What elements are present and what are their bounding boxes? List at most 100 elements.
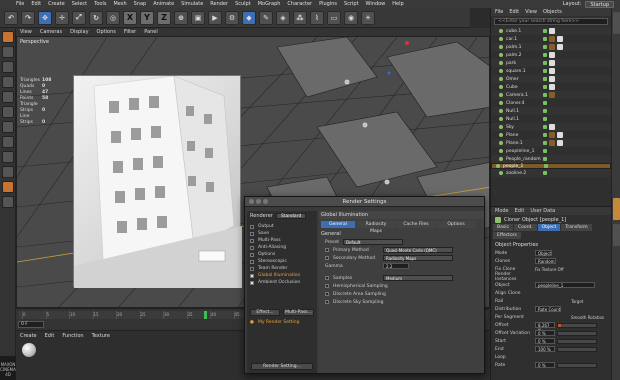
enabled-check-icon[interactable]: [543, 101, 547, 105]
mat-menu-edit[interactable]: Edit: [45, 333, 55, 339]
tab-coord[interactable]: Coord.: [513, 224, 537, 231]
solo-icon[interactable]: [1, 196, 14, 208]
menu-character[interactable]: Character: [287, 1, 312, 7]
enabled-check-icon[interactable]: [543, 61, 547, 65]
object-row[interactable]: Plane: [491, 131, 611, 139]
enabled-check-icon[interactable]: [543, 109, 547, 113]
timeline-playhead[interactable]: [204, 311, 207, 319]
tab-effectors[interactable]: Effectors: [493, 232, 521, 239]
object-row[interactable]: zooline.2: [491, 169, 611, 177]
object-row[interactable]: People_random: [491, 155, 611, 163]
select-tool-icon[interactable]: ✛: [55, 10, 69, 25]
material-tag-icon[interactable]: [549, 84, 555, 90]
vp-menu-options[interactable]: Options: [97, 29, 116, 35]
layout-select[interactable]: Startup: [585, 0, 614, 8]
render-setting-button[interactable]: Render Setting...: [251, 363, 313, 370]
menu-select[interactable]: Select: [72, 1, 87, 7]
enabled-check-icon[interactable]: [543, 29, 547, 33]
edges-mode-icon[interactable]: [1, 106, 14, 118]
settings-item-ambient-occlusion[interactable]: Ambient Occlusion: [247, 279, 317, 286]
object-row[interactable]: Plane.1: [491, 139, 611, 147]
render-picture-viewer-icon[interactable]: ▶: [208, 10, 222, 25]
current-frame-field[interactable]: 0 F: [18, 321, 44, 328]
close-window-icon[interactable]: [249, 199, 254, 204]
texture-tag-icon[interactable]: [557, 36, 563, 42]
prop-value[interactable]: Target: [571, 299, 583, 304]
menu-sculpt[interactable]: Sculpt: [235, 1, 251, 7]
array-icon[interactable]: ⁂: [293, 10, 307, 25]
enabled-check-icon[interactable]: [543, 77, 547, 81]
make-editable-icon[interactable]: [1, 31, 14, 43]
material-tag-icon[interactable]: [549, 68, 555, 74]
am-menu-edit[interactable]: Edit: [515, 208, 525, 214]
side-tab-attributes[interactable]: [613, 198, 620, 220]
z-axis-lock-icon[interactable]: Z: [157, 10, 171, 25]
zoom-window-icon[interactable]: [263, 199, 268, 204]
menu-script[interactable]: Script: [344, 1, 359, 7]
object-row[interactable]: car.1: [491, 35, 611, 43]
enabled-check-icon[interactable]: [543, 133, 547, 137]
prop-value[interactable]: Smooth Rotation: [571, 315, 604, 320]
samples-checkbox[interactable]: [325, 276, 329, 280]
settings-item-anti-aliasing[interactable]: Anti-Aliasing: [247, 244, 317, 251]
object-row[interactable]: Null.1: [491, 107, 611, 115]
menu-create[interactable]: Create: [48, 1, 65, 7]
renderer-select[interactable]: Standard: [275, 213, 307, 219]
object-row[interactable]: palm.2: [491, 51, 611, 59]
secondary-method-checkbox[interactable]: [325, 256, 329, 260]
item-checkbox[interactable]: [250, 231, 254, 236]
enabled-check-icon[interactable]: [543, 157, 547, 161]
item-checkbox[interactable]: [250, 238, 254, 243]
material-tag-icon[interactable]: [549, 52, 555, 58]
primary-method-checkbox[interactable]: [325, 248, 329, 252]
texture-tag-icon[interactable]: [557, 140, 563, 146]
settings-item-stereoscopic[interactable]: Stereoscopic: [247, 258, 317, 265]
gamma-field[interactable]: 2.2: [383, 263, 409, 269]
vp-menu-display[interactable]: Display: [70, 29, 88, 35]
prop-value[interactable]: 0 %: [535, 362, 555, 368]
prop-value[interactable]: Fix Texture Off: [535, 267, 564, 272]
tab-options[interactable]: Options: [436, 221, 476, 228]
texture-tag-icon[interactable]: [557, 44, 563, 50]
workplane-lock-icon[interactable]: [1, 181, 14, 193]
object-row[interactable]: Omer: [491, 75, 611, 83]
end-slider[interactable]: [557, 346, 597, 352]
menu-mesh[interactable]: Mesh: [113, 1, 126, 7]
menu-help[interactable]: Help: [392, 1, 403, 7]
texture-mode-icon[interactable]: [1, 61, 14, 73]
workplane-icon[interactable]: [1, 76, 14, 88]
object-row[interactable]: Cube: [491, 83, 611, 91]
material-tag-icon[interactable]: [549, 36, 555, 42]
coord-system-icon[interactable]: ⊕: [174, 10, 188, 25]
pen-icon[interactable]: ✎: [259, 10, 273, 25]
object-row[interactable]: park: [491, 59, 611, 67]
light-icon[interactable]: ☀: [361, 10, 375, 25]
y-axis-lock-icon[interactable]: Y: [140, 10, 154, 25]
camera-icon[interactable]: ◉: [344, 10, 358, 25]
object-row[interactable]: peopleline_1: [491, 147, 611, 155]
enabled-check-icon[interactable]: [544, 164, 548, 168]
object-row[interactable]: Camera.1: [491, 91, 611, 99]
material-tag-icon[interactable]: [549, 132, 555, 138]
settings-item-save[interactable]: Save: [247, 230, 317, 237]
multipass-button[interactable]: Multi-Pass...: [283, 309, 314, 316]
camera-tag-icon[interactable]: [549, 92, 555, 98]
item-checkbox[interactable]: [250, 280, 254, 285]
dialog-titlebar[interactable]: Render Settings: [245, 197, 484, 207]
prop-value[interactable]: 100 %: [535, 346, 555, 352]
om-menu-objects[interactable]: Objects: [543, 9, 562, 15]
my-render-setting-item[interactable]: ● My Render Setting: [247, 319, 317, 326]
prop-value[interactable]: Object: [535, 250, 553, 256]
floor-icon[interactable]: ▭: [327, 10, 341, 25]
enabled-check-icon[interactable]: [543, 37, 547, 41]
x-axis-lock-icon[interactable]: X: [123, 10, 137, 25]
prop-value[interactable]: 8.267 %: [535, 322, 555, 333]
preset-select[interactable]: Default: [343, 239, 403, 245]
material-tag-icon[interactable]: [549, 28, 555, 34]
object-row[interactable]: Cloner.4: [491, 99, 611, 107]
vp-menu-panel[interactable]: Panel: [144, 29, 158, 35]
tweak-mode-icon[interactable]: [1, 151, 14, 163]
subdivision-icon[interactable]: ◈: [276, 10, 290, 25]
discrete-area-sampling-checkbox[interactable]: [325, 292, 329, 296]
enabled-check-icon[interactable]: [543, 85, 547, 89]
